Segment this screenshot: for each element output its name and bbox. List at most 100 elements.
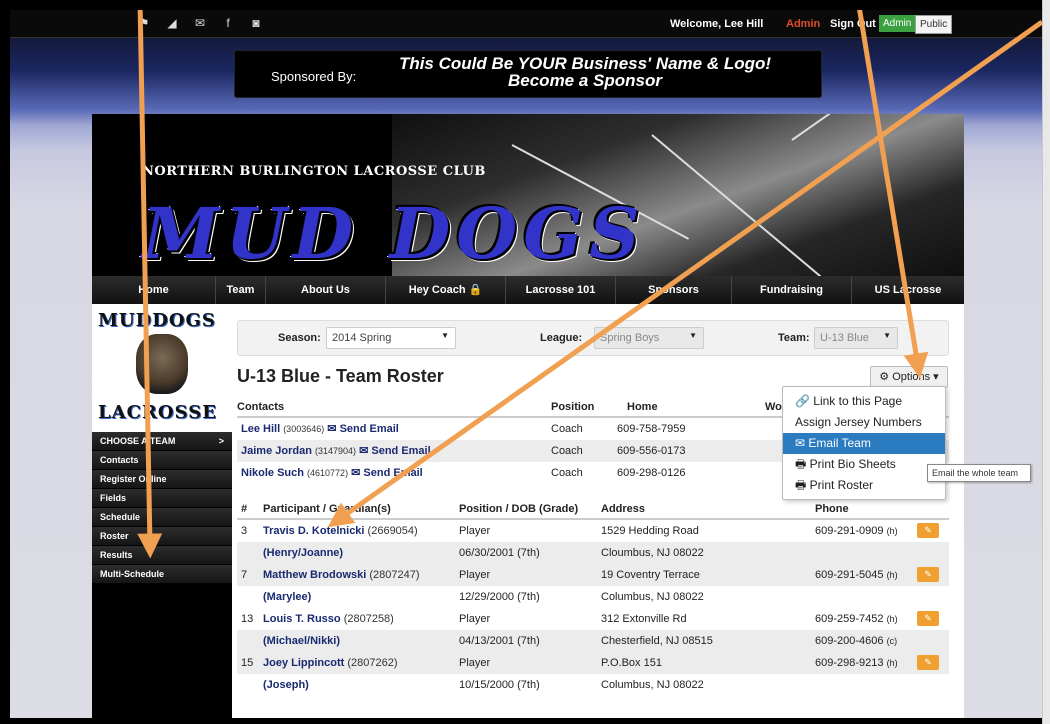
signal-icon[interactable]: ◢ xyxy=(166,16,178,30)
contact-id: (3003646) xyxy=(283,424,325,434)
guardian-names[interactable]: (Henry/Joanne) xyxy=(263,542,343,564)
main-content: Season: 2014 Spring ▼ League: Spring Boy… xyxy=(232,304,964,718)
participant-id: (2669054) xyxy=(367,525,418,537)
nav-item-team[interactable]: Team xyxy=(216,276,266,304)
secondary-phone: 609-200-4606 (c) xyxy=(815,630,897,652)
admin-toggle-button[interactable]: Admin xyxy=(879,15,916,32)
email-participant-button[interactable]: ✎ xyxy=(917,523,939,538)
guardian-names[interactable]: (Marylee) xyxy=(263,586,311,608)
roster-row-detail: (Henry/Joanne) 06/30/2001 (7th) Cloumbus, … xyxy=(237,542,949,564)
participant-name-link[interactable]: Matthew Brodowski xyxy=(263,569,366,581)
roster-row-detail: (Joseph) 10/15/2000 (7th) Columbus, NJ 080… xyxy=(237,674,949,696)
nav-item-lacrosse-101[interactable]: Lacrosse 101 xyxy=(506,276,616,304)
participant-phone: 609-291-5045 (h) xyxy=(815,564,898,586)
left-sidebar: MUDDOGS LACROSSE CHOOSE A TEAM > Contact… xyxy=(92,304,232,718)
season-select[interactable]: 2014 Spring ▼ xyxy=(326,327,456,349)
participant-position: Player xyxy=(459,525,491,537)
email-team-tooltip: Email the whole team xyxy=(927,464,1031,482)
contact-home-phone: 609-556-0173 xyxy=(617,445,686,457)
caret-down-icon: ▼ xyxy=(689,331,697,340)
roster-header: # Participant / Guardian(s) Position / D… xyxy=(237,498,949,520)
roster-header-num: # xyxy=(241,503,248,515)
sidebar-item-schedule[interactable]: Schedule xyxy=(92,508,232,527)
participant-position: Player xyxy=(459,569,491,581)
mail-icon: ✎ xyxy=(924,657,932,667)
nav-item-about-us[interactable]: About Us xyxy=(266,276,386,304)
sign-out-link[interactable]: Sign Out xyxy=(830,18,876,30)
frame-edge xyxy=(0,0,1050,10)
menu-item-print-bio-sheets[interactable]: 🖶 Print Bio Sheets xyxy=(783,454,945,475)
options-dropdown-menu: 🔗 Link to this Page Assign Jersey Number… xyxy=(782,386,946,500)
sidebar-item-contacts[interactable]: Contacts xyxy=(92,451,232,470)
admin-link[interactable]: Admin xyxy=(786,18,820,30)
email-participant-button[interactable]: ✎ xyxy=(917,611,939,626)
participant-address: 1529 Hedding Road xyxy=(601,525,699,537)
team-label: Team: xyxy=(778,332,810,344)
contact-name-cell: Nikole Such (4610772) ✉ Send Email xyxy=(241,462,423,484)
camera-icon[interactable]: ◙ xyxy=(250,16,262,30)
participant-dob: 12/29/2000 (7th) xyxy=(459,591,540,603)
menu-item-link-to-page[interactable]: 🔗 Link to this Page xyxy=(783,391,945,412)
welcome-text: Welcome, Lee Hill xyxy=(670,18,764,30)
sidebar-item-choose-team[interactable]: CHOOSE A TEAM > xyxy=(92,432,232,451)
guardian-names[interactable]: (Joseph) xyxy=(263,674,309,696)
send-email-link[interactable]: ✉ Send Email xyxy=(351,467,423,479)
sidebar-item-roster[interactable]: Roster xyxy=(92,527,232,546)
participant-address: P.O.Box 151 xyxy=(601,657,662,669)
sidebar-item-register-online[interactable]: Register Online xyxy=(92,470,232,489)
nav-item-fundraising[interactable]: Fundraising xyxy=(732,276,852,304)
participant-dob: 06/30/2001 (7th) xyxy=(459,547,540,559)
scrollbar[interactable] xyxy=(1042,0,1050,724)
send-email-link[interactable]: ✉ Send Email xyxy=(359,445,431,457)
main-nav: Home Team About Us Hey Coach 🔒 Lacrosse … xyxy=(92,276,964,304)
flag-icon[interactable]: ⚑ xyxy=(138,16,150,30)
season-label: Season: xyxy=(278,332,321,344)
jersey-number: 15 xyxy=(241,657,254,669)
participant-cell: Louis T. Russo (2807258) xyxy=(263,608,394,630)
facebook-icon[interactable]: f xyxy=(222,16,234,30)
sidebar-item-results[interactable]: Results xyxy=(92,546,232,565)
contact-name-link[interactable]: Jaime Jordan xyxy=(241,445,312,457)
guardian-names[interactable]: (Michael/Nikki) xyxy=(263,630,340,652)
send-email-link[interactable]: ✉ Send Email xyxy=(327,423,399,435)
contact-name-link[interactable]: Lee Hill xyxy=(241,423,280,435)
menu-item-print-roster[interactable]: 🖶 Print Roster xyxy=(783,475,945,496)
nav-item-us-lacrosse[interactable]: US Lacrosse xyxy=(852,276,964,304)
top-bar: ⚑ ◢ ✉ f ◙ Welcome, Lee Hill Admin Sign O… xyxy=(10,10,1042,38)
public-toggle-button[interactable]: Public xyxy=(915,15,953,34)
mail-icon[interactable]: ✉ xyxy=(194,16,206,30)
mail-icon: ✎ xyxy=(924,613,932,623)
menu-item-assign-jersey-numbers[interactable]: Assign Jersey Numbers xyxy=(783,412,945,433)
roster-header-participant: Participant / Guardian(s) xyxy=(263,503,391,515)
sponsor-banner[interactable]: Sponsored By: This Could Be YOUR Busines… xyxy=(234,50,822,98)
team-select[interactable]: U-13 Blue ▼ xyxy=(814,327,898,349)
league-select[interactable]: Spring Boys ▼ xyxy=(594,327,704,349)
participant-position: Player xyxy=(459,657,491,669)
menu-item-email-team[interactable]: ✉ Email Team xyxy=(783,433,945,454)
caret-down-icon: ▼ xyxy=(441,331,449,340)
participant-address: 19 Coventry Terrace xyxy=(601,569,700,581)
browser-frame: ⚑ ◢ ✉ f ◙ Welcome, Lee Hill Admin Sign O… xyxy=(0,0,1050,724)
options-button[interactable]: ⚙ Options ▾ xyxy=(870,366,948,388)
nav-item-hey-coach[interactable]: Hey Coach 🔒 xyxy=(386,276,506,304)
sidebar-item-fields[interactable]: Fields xyxy=(92,489,232,508)
nav-item-sponsors[interactable]: Sponsors xyxy=(616,276,732,304)
participant-name-link[interactable]: Joey Lippincott xyxy=(263,657,344,669)
club-name: NORTHERN BURLINGTON LACROSSE CLUB xyxy=(142,164,486,179)
contact-position: Coach xyxy=(551,467,583,479)
sidebar-item-multi-schedule[interactable]: Multi-Schedule xyxy=(92,565,232,584)
roster-header-phone: Phone xyxy=(815,503,849,515)
contact-name-link[interactable]: Nikole Such xyxy=(241,467,304,479)
roster-rows: 3 Travis D. Kotelnicki (2669054) Player 152… xyxy=(237,520,949,696)
contact-name-cell: Lee Hill (3003646) ✉ Send Email xyxy=(241,418,399,440)
participant-name-link[interactable]: Travis D. Kotelnicki xyxy=(263,525,364,537)
chevron-right-icon: > xyxy=(218,436,224,446)
participant-name-link[interactable]: Louis T. Russo xyxy=(263,613,341,625)
participant-id: (2807262) xyxy=(347,657,398,669)
email-participant-button[interactable]: ✎ xyxy=(917,655,939,670)
email-participant-button[interactable]: ✎ xyxy=(917,567,939,582)
roster-row-detail: (Marylee) 12/29/2000 (7th) Columbus, NJ 08… xyxy=(237,586,949,608)
caret-down-icon: ▼ xyxy=(883,331,891,340)
nav-item-home[interactable]: Home xyxy=(92,276,216,304)
contact-name-cell: Jaime Jordan (3147904) ✉ Send Email xyxy=(241,440,431,462)
